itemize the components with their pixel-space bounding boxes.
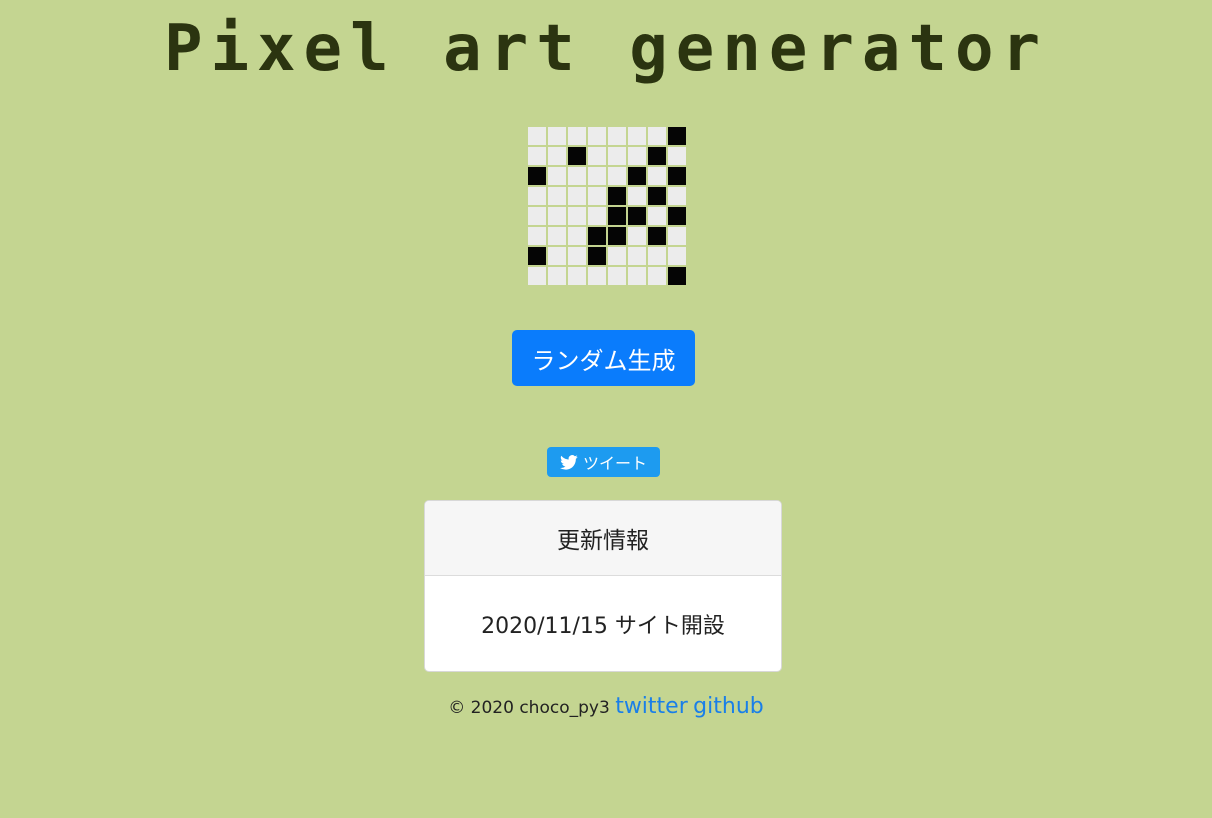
pixel-cell [588, 247, 606, 265]
pixel-cell [588, 267, 606, 285]
pixel-cell [548, 267, 566, 285]
pixel-cell [568, 267, 586, 285]
pixel-cell [608, 207, 626, 225]
pixel-cell [628, 207, 646, 225]
random-generate-button[interactable]: ランダム生成 [512, 330, 695, 386]
pixel-cell [528, 227, 546, 245]
pixel-cell [528, 187, 546, 205]
pixel-cell [548, 227, 566, 245]
update-info-entry: 2020/11/15 サイト開設 [481, 614, 725, 639]
pixel-cell [628, 247, 646, 265]
pixel-cell [668, 247, 686, 265]
pixel-cell [668, 147, 686, 165]
pixel-cell [628, 267, 646, 285]
pixel-cell [648, 147, 666, 165]
pixel-cell [608, 147, 626, 165]
pixel-cell [588, 127, 606, 145]
pixel-cell [568, 127, 586, 145]
pixel-cell [668, 127, 686, 145]
footer: © 2020 choco_py3 twitter github [0, 694, 1212, 719]
pixel-cell [568, 167, 586, 185]
pixel-cell [528, 147, 546, 165]
pixel-cell [668, 207, 686, 225]
pixel-cell [548, 167, 566, 185]
pixel-cell [648, 227, 666, 245]
pixel-cell [628, 147, 646, 165]
pixel-cell [628, 127, 646, 145]
pixel-cell [608, 247, 626, 265]
pixel-cell [608, 167, 626, 185]
pixel-grid [528, 127, 686, 285]
pixel-cell [548, 147, 566, 165]
pixel-cell [528, 247, 546, 265]
pixel-cell [628, 167, 646, 185]
pixel-cell [528, 167, 546, 185]
pixel-cell [608, 267, 626, 285]
update-info-header: 更新情報 [425, 501, 781, 576]
pixel-cell [588, 227, 606, 245]
pixel-cell [548, 187, 566, 205]
pixel-cell [668, 167, 686, 185]
pixel-cell [648, 167, 666, 185]
pixel-cell [668, 187, 686, 205]
page-title: Pixel art generator [163, 12, 1049, 86]
pixel-cell [628, 187, 646, 205]
pixel-cell [668, 227, 686, 245]
copyright-text: © 2020 choco_py3 [448, 698, 610, 718]
pixel-cell [648, 187, 666, 205]
pixel-cell [588, 207, 606, 225]
pixel-cell [648, 127, 666, 145]
pixel-cell [548, 127, 566, 145]
pixel-cell [548, 207, 566, 225]
pixel-cell [608, 127, 626, 145]
pixel-cell [528, 207, 546, 225]
pixel-cell [568, 227, 586, 245]
pixel-cell [568, 207, 586, 225]
pixel-cell [528, 267, 546, 285]
tweet-label: ツイート [582, 454, 647, 473]
pixel-cell [588, 147, 606, 165]
tweet-button[interactable]: ツイート [547, 447, 660, 477]
pixel-cell [588, 187, 606, 205]
pixel-cell [568, 247, 586, 265]
pixel-cell [648, 207, 666, 225]
pixel-cell [668, 267, 686, 285]
twitter-bird-icon [559, 454, 578, 470]
update-info-card: 更新情報 2020/11/15 サイト開設 [424, 500, 782, 672]
pixel-cell [568, 187, 586, 205]
github-link[interactable]: github [693, 694, 764, 719]
twitter-link[interactable]: twitter [615, 694, 688, 719]
pixel-cell [568, 147, 586, 165]
pixel-cell [608, 227, 626, 245]
pixel-cell [648, 267, 666, 285]
pixel-cell [548, 247, 566, 265]
pixel-cell [528, 127, 546, 145]
pixel-cell [608, 187, 626, 205]
pixel-cell [648, 247, 666, 265]
pixel-cell [588, 167, 606, 185]
pixel-cell [628, 227, 646, 245]
